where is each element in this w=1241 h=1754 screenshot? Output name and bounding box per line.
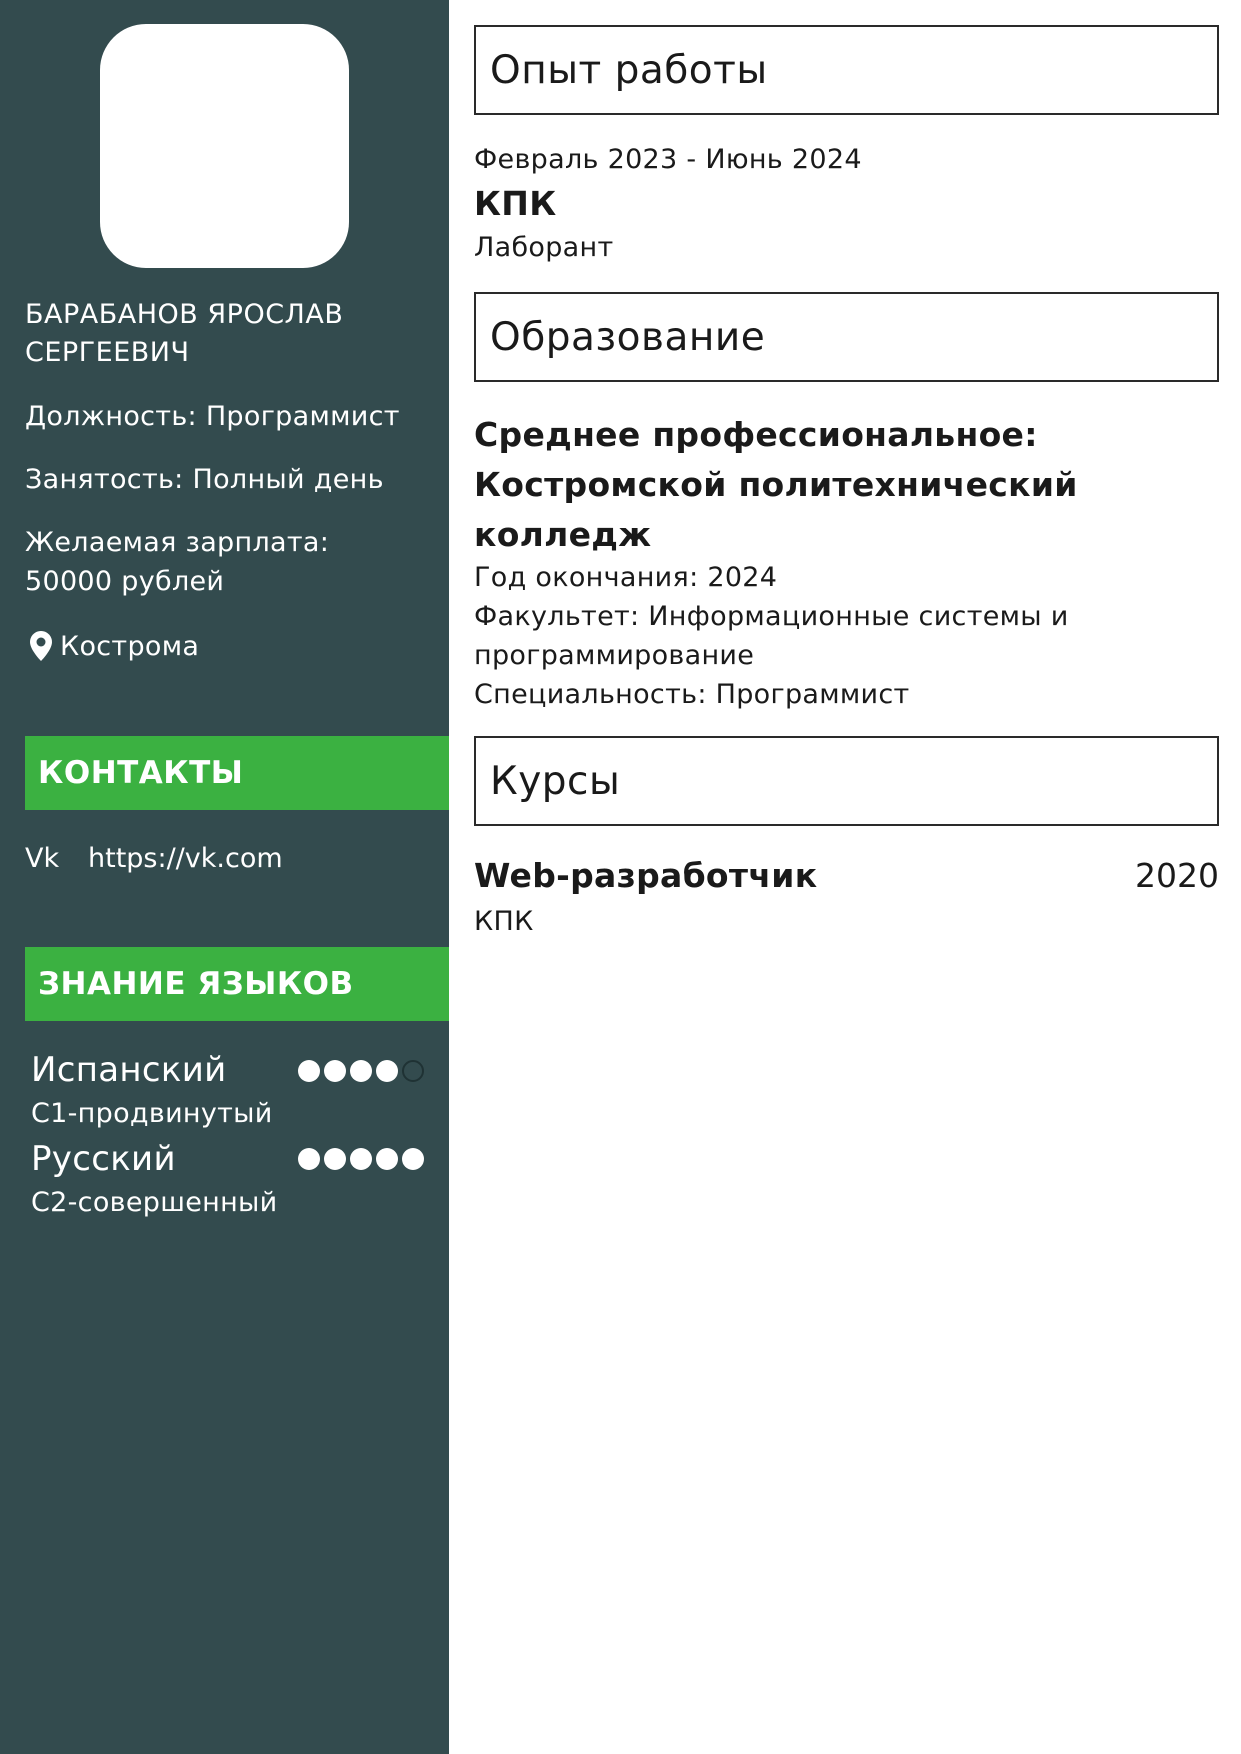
profile-location: Кострома — [30, 626, 199, 666]
rating-dot-filled — [376, 1148, 398, 1170]
experience-heading: Опыт работы — [474, 25, 1219, 115]
rating-dot-filled — [402, 1148, 424, 1170]
rating-dot-filled — [324, 1148, 346, 1170]
contact-link[interactable]: https://vk.com — [88, 843, 283, 874]
profile-salary-label: Желаемая зарплата: — [25, 527, 330, 558]
experience-company: КПК — [474, 184, 557, 223]
language-rating — [298, 1060, 424, 1082]
profile-employment: Занятость: Полный день — [25, 464, 384, 495]
experience-role: Лаборант — [474, 232, 614, 263]
location-text: Кострома — [60, 630, 200, 662]
rating-dot-filled — [298, 1148, 320, 1170]
rating-dot-filled — [350, 1148, 372, 1170]
profile-position: Должность: Программист — [25, 401, 400, 432]
rating-dot-filled — [298, 1060, 320, 1082]
profile-name: БАРАБАНОВ ЯРОСЛАВ СЕРГЕЕВИЧ — [25, 299, 344, 368]
contact-label: Vk — [25, 842, 60, 874]
languages-heading: ЗНАНИЕ ЯЗЫКОВ — [25, 947, 449, 1021]
contact-row-vk: Vk https://vk.com — [25, 838, 283, 878]
rating-dot-filled — [324, 1060, 346, 1082]
map-pin-icon — [30, 631, 52, 661]
education-details: Год окончания: 2024 Факультет: Информаци… — [474, 558, 1194, 714]
education-faculty: Факультет: Информационные системы и прог… — [474, 601, 1069, 671]
course-org: КПК — [474, 906, 534, 937]
contacts-heading: КОНТАКТЫ — [25, 736, 449, 810]
course-name: Web-разработчик — [474, 856, 818, 895]
language-name: Русский — [31, 1139, 176, 1179]
education-heading: Образование — [474, 292, 1219, 382]
language-level: C2-совершенный — [31, 1187, 278, 1218]
education-specialty: Специальность: Программист — [474, 679, 910, 710]
language-name: Испанский — [31, 1050, 227, 1090]
rating-dot-empty — [402, 1060, 424, 1082]
rating-dot-filled — [350, 1060, 372, 1082]
course-year: 2020 — [1135, 856, 1219, 895]
sidebar: БАРАБАНОВ ЯРОСЛАВ СЕРГЕЕВИЧ Должность: П… — [0, 0, 449, 1754]
experience-period: Февраль 2023 - Июнь 2024 — [474, 144, 862, 175]
courses-heading: Курсы — [474, 736, 1219, 826]
profile-salary-value: 50000 рублей — [25, 566, 225, 597]
rating-dot-filled — [376, 1060, 398, 1082]
language-rating — [298, 1148, 424, 1170]
language-level: C1-продвинутый — [31, 1098, 273, 1129]
profile-photo — [100, 24, 349, 268]
education-title: Среднее профессиональное: Костромской по… — [474, 415, 1078, 554]
education-year: Год окончания: 2024 — [474, 562, 778, 593]
